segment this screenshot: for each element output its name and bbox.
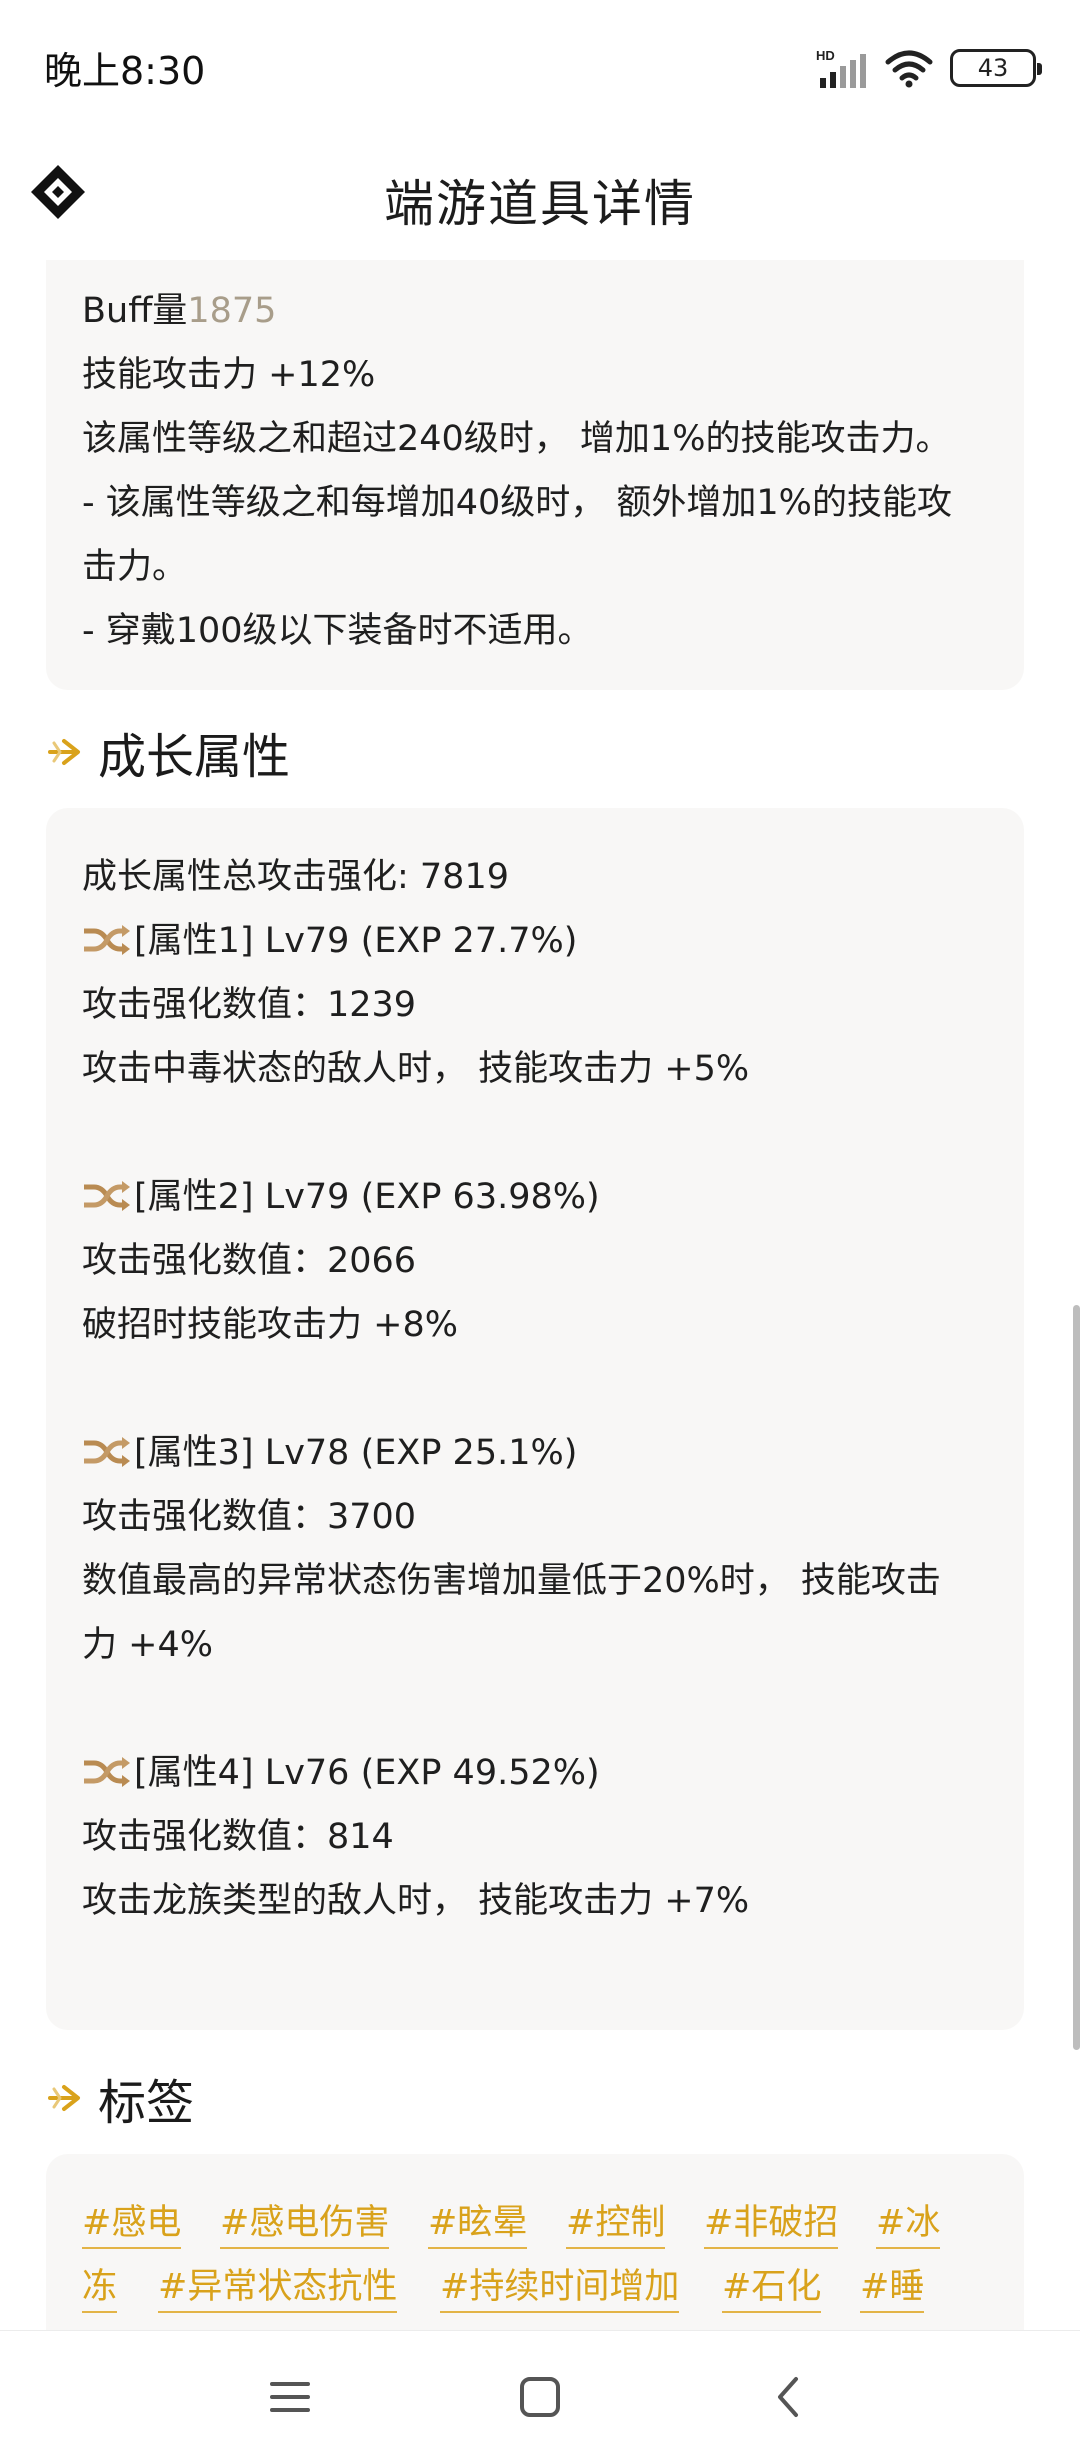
attribute-header: [属性3] Lv78 (EXP 25.1%) [82, 1424, 577, 1475]
page-header: 端游道具详情 [0, 130, 1080, 260]
attribute-header-text: [属性1] Lv79 (EXP 27.7%) [134, 921, 578, 961]
attribute-value: 攻击强化数值：3700 [82, 1497, 417, 1537]
battery-indicator: 43 [950, 49, 1042, 87]
home-square-icon[interactable] [510, 2367, 570, 2427]
buff-line: 技能攻击力 +12% [82, 355, 376, 395]
attribute-effect: 破招时技能攻击力 +8% [82, 1305, 458, 1345]
buff-card: Buff量1875 技能攻击力 +12% 该属性等级之和超过240级时， 增加1… [46, 260, 1024, 690]
attribute-effect: 数值最高的异常状态伤害增加量低于20%时， 技能攻击 [82, 1561, 941, 1601]
buff-line: 击力。 [82, 547, 188, 587]
growth-section-heading: 成长属性 [46, 722, 290, 785]
tags-section-title: 标签 [98, 2075, 195, 2131]
menu-icon[interactable] [260, 2367, 320, 2427]
arrow-right-icon [48, 2085, 80, 2111]
attribute-header-text: [属性3] Lv78 (EXP 25.1%) [134, 1433, 578, 1473]
attribute-effect: 攻击龙族类型的敌人时， 技能攻击力 +7% [82, 1881, 750, 1921]
arrow-right-icon [48, 739, 80, 765]
tags-card: #感电 #感电伤害 #眩晕 #控制 #非破招 #冰 冻 #异常状态抗性 #持续时… [46, 2154, 1024, 2330]
shuffle-icon [84, 1757, 130, 1787]
growth-card: 成长属性总攻击强化: 7819 [属性1] Lv79 (EXP 27.7%) 攻… [46, 808, 1024, 2030]
app-screen: 晚上8:30 HD 43 端游道具详情 Buff量1875 技能攻击力 +12%… [0, 0, 1080, 2460]
scrollbar-thumb[interactable] [1073, 1305, 1080, 2050]
buff-label: Buff量 [82, 291, 188, 331]
signal-icon: HD [816, 48, 866, 88]
buff-line: 该属性等级之和超过240级时， 增加1%的技能攻击力。 [82, 419, 951, 459]
status-icons: HD 43 [816, 44, 1042, 92]
buff-line: - 穿戴100级以下装备时不适用。 [82, 611, 593, 651]
tag-link[interactable]: 冻 [82, 2258, 118, 2313]
tag-link[interactable]: #感电伤害 [220, 2194, 390, 2249]
shuffle-icon [84, 925, 130, 955]
back-chevron-icon[interactable] [760, 2367, 820, 2427]
attribute-value: 攻击强化数值：2066 [82, 1241, 417, 1281]
tag-link[interactable]: #石化 [722, 2258, 822, 2313]
scroll-content[interactable]: Buff量1875 技能攻击力 +12% 该属性等级之和超过240级时， 增加1… [0, 260, 1080, 2330]
attribute-header: [属性2] Lv79 (EXP 63.98%) [82, 1168, 600, 1219]
growth-section-title: 成长属性 [98, 729, 291, 785]
network-label: HD [816, 48, 835, 63]
attribute-effect: 攻击中毒状态的敌人时， 技能攻击力 +5% [82, 1049, 750, 1089]
tag-link[interactable]: #异常状态抗性 [158, 2258, 398, 2313]
buff-line: - 该属性等级之和每增加40级时， 额外增加1%的技能攻 [82, 483, 952, 523]
tag-link[interactable]: #睡 [860, 2258, 925, 2313]
tag-link[interactable]: #控制 [566, 2194, 666, 2249]
shuffle-icon [84, 1437, 130, 1467]
tags-section-heading: 标签 [46, 2068, 194, 2131]
system-nav-bar [0, 2330, 1080, 2460]
page-title: 端游道具详情 [384, 175, 696, 233]
wifi-icon [885, 50, 933, 88]
attribute-value: 攻击强化数值：1239 [82, 985, 417, 1025]
tag-link[interactable]: #持续时间增加 [440, 2258, 680, 2313]
status-bar: 晚上8:30 HD 43 [0, 0, 1080, 130]
tag-link[interactable]: #冰 [876, 2194, 941, 2249]
status-time: 晚上8:30 [44, 49, 206, 93]
tag-link[interactable]: #眩晕 [428, 2194, 528, 2249]
attribute-effect: 力 +4% [82, 1625, 213, 1665]
growth-total: 成长属性总攻击强化: 7819 [82, 857, 509, 897]
tag-link[interactable]: #感电 [82, 2194, 182, 2249]
attribute-value: 攻击强化数值：814 [82, 1817, 394, 1857]
tag-link[interactable]: #非破招 [704, 2194, 839, 2249]
buff-amount: Buff量1875 [82, 282, 276, 333]
shuffle-icon [84, 1181, 130, 1211]
buff-value: 1875 [187, 291, 277, 331]
attribute-header: [属性4] Lv76 (EXP 49.52%) [82, 1744, 600, 1795]
attribute-header-text: [属性4] Lv76 (EXP 49.52%) [134, 1753, 600, 1793]
attribute-header: [属性1] Lv79 (EXP 27.7%) [82, 912, 577, 963]
attribute-header-text: [属性2] Lv79 (EXP 63.98%) [134, 1177, 600, 1217]
